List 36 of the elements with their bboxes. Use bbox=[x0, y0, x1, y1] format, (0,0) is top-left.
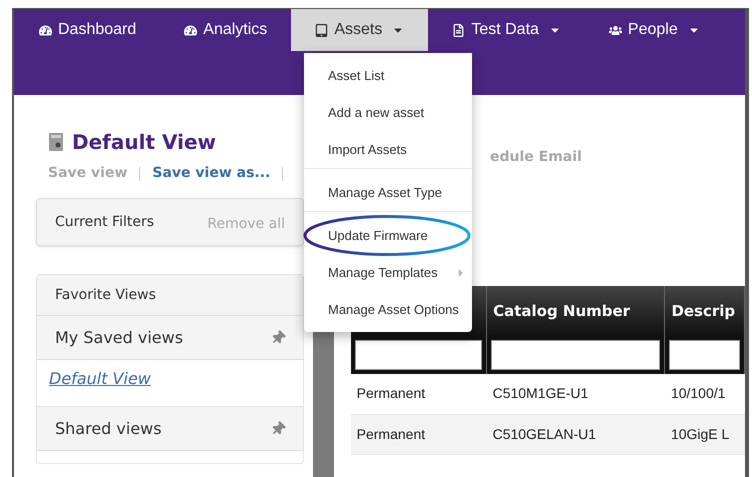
nav-tab[interactable]: Assets bbox=[291, 9, 428, 51]
tablet-icon bbox=[315, 24, 328, 36]
nav-tab[interactable]: Test Data bbox=[428, 9, 585, 51]
section-title: My Saved views bbox=[55, 326, 184, 348]
nav-tab[interactable]: Dashboard bbox=[15, 9, 160, 51]
view-title: Default View bbox=[72, 129, 216, 156]
table-cell: C510GELAN-U1 bbox=[486, 414, 665, 454]
views-section-header[interactable]: My Saved views bbox=[37, 316, 303, 360]
gauge-icon bbox=[184, 24, 198, 36]
save-view-link[interactable]: Save view as... bbox=[152, 163, 270, 184]
table-cell: 10/100/1 bbox=[664, 374, 744, 414]
nav-tab[interactable]: People bbox=[584, 9, 724, 51]
menu-item[interactable]: Add a new asset bbox=[304, 94, 472, 131]
table-cell: Permanent bbox=[350, 414, 487, 454]
table-cell: C510M1GE-U1 bbox=[486, 374, 665, 414]
favorite-views-header: Favorite Views bbox=[37, 275, 303, 316]
section-title: Shared views bbox=[55, 418, 162, 440]
column-filter-input[interactable] bbox=[491, 340, 660, 370]
gauge-icon bbox=[39, 24, 52, 36]
filters-title: Current Filters bbox=[55, 212, 154, 232]
table-cell: 10GigE L bbox=[664, 414, 744, 454]
people-icon bbox=[608, 24, 622, 36]
document-icon bbox=[452, 24, 466, 36]
menu-item[interactable]: Update Firmware bbox=[304, 217, 472, 254]
menu-item[interactable]: Import Assets bbox=[304, 131, 472, 168]
nav-tab[interactable]: Analytics bbox=[160, 9, 292, 51]
column-filter-input[interactable] bbox=[669, 340, 740, 370]
menu-item[interactable]: Asset List bbox=[304, 57, 472, 94]
menu-item[interactable]: Manage Asset Options bbox=[304, 291, 472, 328]
saved-view-link[interactable]: Default View bbox=[49, 366, 151, 390]
document-stack-icon bbox=[48, 132, 64, 152]
table-cell: Permanent bbox=[350, 374, 487, 414]
menu-item[interactable]: Manage Templates bbox=[304, 254, 472, 291]
column-filter-input[interactable] bbox=[354, 340, 482, 370]
menu-item[interactable]: Manage Asset Type bbox=[304, 174, 472, 211]
views-section-header[interactable]: Shared views bbox=[37, 407, 303, 451]
